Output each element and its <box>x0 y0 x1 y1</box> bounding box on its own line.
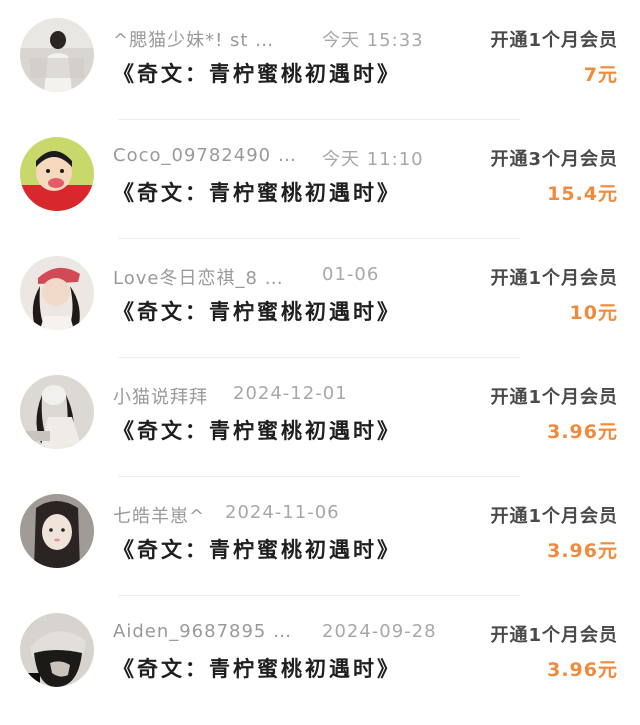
avatar-photo <box>20 494 94 568</box>
membership-plan: 开通3个月会员 <box>490 149 618 170</box>
avatar[interactable] <box>20 256 94 330</box>
order-price: 3.96元 <box>547 421 618 443</box>
avatar[interactable] <box>20 375 94 449</box>
list-item[interactable]: Coco_09782490 … 今天 11:10 《奇文：青柠蜜桃初遇时》 开通… <box>0 119 640 238</box>
avatar[interactable] <box>20 137 94 211</box>
book-title[interactable]: 《奇文：青柠蜜桃初遇时》 <box>113 177 401 207</box>
user-name: Aiden_9687895 … <box>113 621 293 642</box>
order-price: 3.96元 <box>547 659 618 681</box>
order-time: 今天 11:10 <box>322 149 424 170</box>
avatar-photo <box>20 256 94 330</box>
avatar-photo <box>20 375 94 449</box>
order-price: 3.96元 <box>547 540 618 562</box>
book-title[interactable]: 《奇文：青柠蜜桃初遇时》 <box>113 296 401 326</box>
avatar[interactable] <box>20 18 94 92</box>
avatar-photo <box>20 613 94 687</box>
order-time: 今天 15:33 <box>322 30 424 51</box>
avatar[interactable] <box>20 613 94 687</box>
order-list: ^腮猫少妹*! st … 今天 15:33 《奇文：青柠蜜桃初遇时》 开通1个月… <box>0 0 640 714</box>
order-time: 2024-09-28 <box>322 621 437 642</box>
order-time: 01-06 <box>322 264 380 285</box>
list-item[interactable]: ^腮猫少妹*! st … 今天 15:33 《奇文：青柠蜜桃初遇时》 开通1个月… <box>0 0 640 119</box>
book-title[interactable]: 《奇文：青柠蜜桃初遇时》 <box>113 58 401 88</box>
book-title[interactable]: 《奇文：青柠蜜桃初遇时》 <box>113 415 401 445</box>
order-price: 10元 <box>569 302 618 324</box>
user-name: Love冬日恋祺_8 … <box>113 268 284 289</box>
membership-plan: 开通1个月会员 <box>490 506 618 527</box>
list-item[interactable]: 小猫说拜拜 2024-12-01 《奇文：青柠蜜桃初遇时》 开通1个月会员 3.… <box>0 357 640 476</box>
order-price: 7元 <box>583 64 618 86</box>
book-title[interactable]: 《奇文：青柠蜜桃初遇时》 <box>113 534 401 564</box>
user-name: 小猫说拜拜 <box>113 387 208 408</box>
avatar-photo <box>20 18 94 92</box>
membership-plan: 开通1个月会员 <box>490 387 618 408</box>
avatar[interactable] <box>20 494 94 568</box>
user-name: 七皓羊崽^ <box>113 506 206 527</box>
list-item[interactable]: Aiden_9687895 … 2024-09-28 《奇文：青柠蜜桃初遇时》 … <box>0 595 640 714</box>
membership-plan: 开通1个月会员 <box>490 268 618 289</box>
membership-plan: 开通1个月会员 <box>490 625 618 646</box>
user-name: Coco_09782490 … <box>113 145 297 166</box>
book-title[interactable]: 《奇文：青柠蜜桃初遇时》 <box>113 653 401 683</box>
list-item[interactable]: 七皓羊崽^ 2024-11-06 《奇文：青柠蜜桃初遇时》 开通1个月会员 3.… <box>0 476 640 595</box>
order-price: 15.4元 <box>547 183 618 205</box>
list-item[interactable]: Love冬日恋祺_8 … 01-06 《奇文：青柠蜜桃初遇时》 开通1个月会员 … <box>0 238 640 357</box>
order-time: 2024-11-06 <box>225 502 340 523</box>
user-name: ^腮猫少妹*! st … <box>113 30 275 51</box>
membership-plan: 开通1个月会员 <box>490 30 618 51</box>
avatar-photo <box>20 137 94 211</box>
order-time: 2024-12-01 <box>233 383 348 404</box>
